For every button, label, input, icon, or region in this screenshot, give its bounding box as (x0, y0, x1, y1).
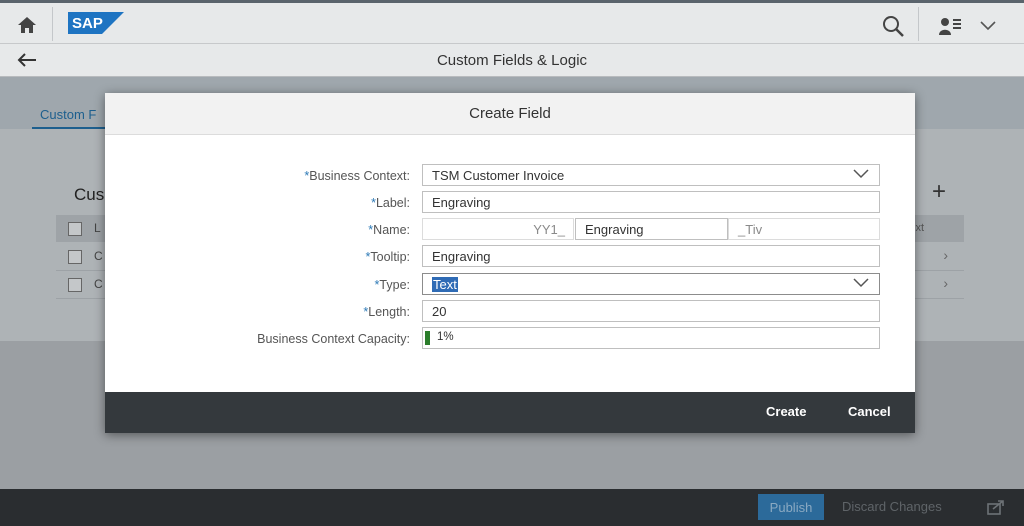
name-input[interactable]: Engraving (575, 218, 728, 240)
label-field-label: *Label: (371, 196, 410, 210)
dialog-title: Create Field (105, 93, 915, 135)
type-select[interactable]: Text (422, 273, 880, 295)
svg-text:SAP: SAP (72, 15, 103, 32)
type-value: Text (432, 277, 458, 292)
divider (918, 7, 919, 41)
name-prefix: YY1_ (422, 218, 574, 240)
dialog-footer: Create Cancel (105, 392, 915, 433)
row-checkbox[interactable] (68, 278, 82, 292)
business-context-value: TSM Customer Invoice (432, 168, 565, 183)
home-icon (18, 17, 36, 33)
business-context-select[interactable]: TSM Customer Invoice (422, 164, 880, 186)
business-context-label: *Business Context: (304, 169, 410, 183)
chevron-right-icon: › (943, 275, 948, 291)
select-all-checkbox[interactable] (68, 222, 82, 236)
search-button[interactable] (876, 9, 910, 43)
business-context-row: *Business Context: TSM Customer Invoice (105, 164, 915, 188)
discard-changes-button[interactable]: Discard Changes (842, 499, 942, 514)
length-field-label: *Length: (363, 305, 410, 319)
shell-bar: SAP (0, 0, 1024, 44)
length-input[interactable]: 20 (422, 300, 880, 322)
divider (52, 7, 53, 41)
row-cell: C (94, 277, 103, 291)
capacity-value: 1% (437, 331, 454, 343)
page-footer: Publish Discard Changes (0, 489, 1024, 526)
tooltip-row: *Tooltip: Engraving (105, 245, 915, 269)
cancel-button[interactable]: Cancel (848, 404, 891, 419)
tooltip-field-label: *Tooltip: (365, 250, 410, 264)
home-button[interactable] (8, 7, 46, 43)
label-input[interactable]: Engraving (422, 191, 880, 213)
add-button[interactable]: + (932, 180, 946, 204)
column-header: xt (915, 222, 924, 234)
type-field-label: *Type: (374, 278, 410, 292)
name-suffix: _Tiv (728, 218, 880, 240)
chevron-right-icon: › (943, 247, 948, 263)
type-row: *Type: Text (105, 273, 915, 297)
page-title: Custom Fields & Logic (436, 52, 588, 69)
user-menu-button[interactable] (930, 9, 1016, 43)
create-field-dialog: Create Field *Business Context: TSM Cust… (105, 93, 915, 433)
search-icon (883, 16, 904, 37)
capacity-progress-fill (425, 331, 430, 345)
page-header: Custom Fields & Logic (0, 44, 1024, 77)
chevron-down-icon (853, 169, 869, 179)
capacity-row: Business Context Capacity: 1% (105, 327, 915, 351)
capacity-progress-bar: 1% (422, 327, 880, 349)
label-row: *Label: Engraving (105, 191, 915, 215)
column-header: L (94, 221, 101, 235)
tooltip-input[interactable]: Engraving (422, 245, 880, 267)
name-field-label: *Name: (368, 223, 410, 237)
row-cell: C (94, 249, 103, 263)
capacity-field-label: Business Context Capacity: (257, 332, 410, 346)
length-row: *Length: 20 (105, 300, 915, 324)
chevron-down-icon (853, 278, 869, 288)
chevron-down-icon (980, 21, 996, 31)
sap-logo: SAP (68, 12, 124, 34)
publish-button[interactable]: Publish (758, 494, 824, 520)
row-checkbox[interactable] (68, 250, 82, 264)
share-icon (987, 500, 1004, 515)
name-row: *Name: YY1_ Engraving _Tiv (105, 218, 915, 242)
user-icon (939, 18, 961, 35)
share-button[interactable] (984, 496, 1008, 518)
section-title: Cus (74, 185, 105, 204)
create-button[interactable]: Create (766, 404, 806, 419)
tab-custom-fields[interactable]: Custom F (40, 107, 96, 122)
